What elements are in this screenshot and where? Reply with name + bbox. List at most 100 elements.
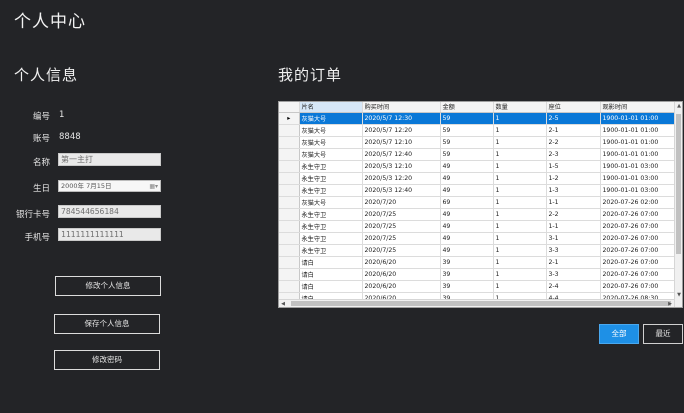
cell-showtime[interactable]: 2020-07-26 02:00 <box>600 196 677 209</box>
row-header[interactable] <box>279 256 300 269</box>
change-password-button[interactable]: 修改密码 <box>54 350 160 370</box>
row-header[interactable] <box>279 148 300 161</box>
cell-showtime[interactable]: 2020-07-26 07:00 <box>600 244 677 257</box>
cell-seat[interactable]: 2-1 <box>546 256 601 269</box>
cell-amount[interactable]: 59 <box>440 148 494 161</box>
table-row[interactable]: 永生守卫 2020/7/25 49 1 2-2 2020-07-26 07:00 <box>279 208 677 221</box>
cell-purchase-time[interactable]: 2020/5/7 12:20 <box>362 124 441 137</box>
cell-purchase-time[interactable]: 2020/7/25 <box>362 220 441 233</box>
cell-seat[interactable]: 2-2 <box>546 136 601 149</box>
table-row[interactable]: 永生守卫 2020/7/25 49 1 1-1 2020-07-26 07:00 <box>279 220 677 233</box>
cell-purchase-time[interactable]: 2020/5/3 12:10 <box>362 160 441 173</box>
phone-field[interactable]: 1111111111111 <box>58 228 161 241</box>
cell-showtime[interactable]: 1900-01-01 03:00 <box>600 160 677 173</box>
vertical-scrollbar[interactable]: ▲ ▼ <box>674 102 682 307</box>
name-field[interactable]: 第一主打 <box>58 153 161 166</box>
cell-showtime[interactable]: 1900-01-01 03:00 <box>600 184 677 197</box>
cell-seat[interactable]: 1-3 <box>546 184 601 197</box>
cell-seat[interactable]: 1-1 <box>546 196 601 209</box>
cell-quantity[interactable]: 1 <box>493 148 547 161</box>
table-row[interactable]: 请白 2020/6/20 39 1 2-1 2020-07-26 07:00 <box>279 256 677 269</box>
cell-title[interactable]: 永生守卫 <box>299 184 363 197</box>
cell-title[interactable]: 永生守卫 <box>299 232 363 245</box>
cell-title[interactable]: 灰猫大号 <box>299 136 363 149</box>
cell-showtime[interactable]: 1900-01-01 01:00 <box>600 124 677 137</box>
cell-showtime[interactable]: 2020-07-26 07:00 <box>600 208 677 221</box>
row-header[interactable] <box>279 232 300 245</box>
table-row[interactable]: ▸ 灰猫大号 2020/5/7 12:30 59 1 2-5 1900-01-01 01:0… <box>279 112 677 125</box>
row-header[interactable] <box>279 124 300 137</box>
row-header[interactable] <box>279 160 300 173</box>
table-row[interactable]: 永生守卫 2020/5/3 12:20 49 1 1-2 1900-01-01 03:00 <box>279 172 677 185</box>
cell-showtime[interactable]: 2020-07-26 07:00 <box>600 280 677 293</box>
cell-seat[interactable]: 1-2 <box>546 172 601 185</box>
scroll-up-icon[interactable]: ▲ <box>675 102 682 110</box>
cell-title[interactable]: 请白 <box>299 280 363 293</box>
cell-amount[interactable]: 59 <box>440 124 494 137</box>
scroll-right-icon[interactable]: ▶ <box>666 300 674 307</box>
row-header[interactable] <box>279 268 300 281</box>
table-row[interactable]: 灰猫大号 2020/5/7 12:20 59 1 2-1 1900-01-01 01:00 <box>279 124 677 137</box>
birthday-picker[interactable]: 2000年 7月15日 ▦▾ <box>58 180 161 192</box>
cell-quantity[interactable]: 1 <box>493 124 547 137</box>
column-header-showtime[interactable]: 观影时间 <box>600 102 677 113</box>
cell-quantity[interactable]: 1 <box>493 280 547 293</box>
cell-amount[interactable]: 49 <box>440 172 494 185</box>
horizontal-scroll-thumb[interactable] <box>291 301 671 306</box>
cell-purchase-time[interactable]: 2020/6/20 <box>362 256 441 269</box>
cell-quantity[interactable]: 1 <box>493 208 547 221</box>
cell-quantity[interactable]: 1 <box>493 160 547 173</box>
cell-purchase-time[interactable]: 2020/5/7 12:40 <box>362 148 441 161</box>
table-row[interactable]: 永生守卫 2020/5/3 12:10 49 1 1-5 1900-01-01 03:00 <box>279 160 677 173</box>
cell-showtime[interactable]: 1900-01-01 03:00 <box>600 172 677 185</box>
table-row[interactable]: 灰猫大号 2020/7/20 69 1 1-1 2020-07-26 02:00 <box>279 196 677 209</box>
column-header-amount[interactable]: 金额 <box>440 102 494 113</box>
cell-showtime[interactable]: 2020-07-26 07:00 <box>600 232 677 245</box>
cell-purchase-time[interactable]: 2020/5/7 12:10 <box>362 136 441 149</box>
cell-amount[interactable]: 59 <box>440 136 494 149</box>
cell-amount[interactable]: 59 <box>440 112 494 125</box>
cell-seat[interactable]: 2-3 <box>546 148 601 161</box>
bankcard-field[interactable]: 784544656184 <box>58 205 161 218</box>
cell-amount[interactable]: 49 <box>440 184 494 197</box>
cell-seat[interactable]: 2-5 <box>546 112 601 125</box>
cell-quantity[interactable]: 1 <box>493 256 547 269</box>
table-row[interactable]: 灰猫大号 2020/5/7 12:40 59 1 2-3 1900-01-01 01:00 <box>279 148 677 161</box>
cell-amount[interactable]: 49 <box>440 220 494 233</box>
table-row[interactable]: 永生守卫 2020/7/25 49 1 3-1 2020-07-26 07:00 <box>279 232 677 245</box>
cell-showtime[interactable]: 1900-01-01 01:00 <box>600 136 677 149</box>
cell-amount[interactable]: 49 <box>440 208 494 221</box>
row-header[interactable] <box>279 196 300 209</box>
all-orders-button[interactable]: 全部 <box>599 324 639 344</box>
cell-seat[interactable]: 3-3 <box>546 244 601 257</box>
cell-quantity[interactable]: 1 <box>493 268 547 281</box>
cell-quantity[interactable]: 1 <box>493 244 547 257</box>
cell-quantity[interactable]: 1 <box>493 184 547 197</box>
cell-quantity[interactable]: 1 <box>493 136 547 149</box>
cell-amount[interactable]: 69 <box>440 196 494 209</box>
cell-amount[interactable]: 39 <box>440 280 494 293</box>
row-header[interactable] <box>279 184 300 197</box>
row-header[interactable] <box>279 136 300 149</box>
column-header-purchase-time[interactable]: 购买时间 <box>362 102 441 113</box>
calendar-dropdown-icon[interactable]: ▦▾ <box>149 182 158 192</box>
cell-showtime[interactable]: 2020-07-26 07:00 <box>600 268 677 281</box>
cell-purchase-time[interactable]: 2020/7/25 <box>362 244 441 257</box>
scroll-down-icon[interactable]: ▼ <box>675 291 682 299</box>
row-header[interactable] <box>279 172 300 185</box>
vertical-scroll-thumb[interactable] <box>676 114 681 254</box>
cell-quantity[interactable]: 1 <box>493 232 547 245</box>
cell-title[interactable]: 灰猫大号 <box>299 148 363 161</box>
row-header[interactable] <box>279 208 300 221</box>
cell-title[interactable]: 永生守卫 <box>299 172 363 185</box>
cell-amount[interactable]: 49 <box>440 244 494 257</box>
cell-amount[interactable]: 49 <box>440 160 494 173</box>
cell-showtime[interactable]: 1900-01-01 01:00 <box>600 112 677 125</box>
cell-purchase-time[interactable]: 2020/5/7 12:30 <box>362 112 441 125</box>
cell-seat[interactable]: 2-2 <box>546 208 601 221</box>
cell-quantity[interactable]: 1 <box>493 172 547 185</box>
table-row[interactable]: 请白 2020/6/20 39 1 2-4 2020-07-26 07:00 <box>279 280 677 293</box>
recent-orders-button[interactable]: 最近 <box>643 324 683 344</box>
cell-seat[interactable]: 2-1 <box>546 124 601 137</box>
table-row[interactable]: 请白 2020/6/20 39 1 3-3 2020-07-26 07:00 <box>279 268 677 281</box>
